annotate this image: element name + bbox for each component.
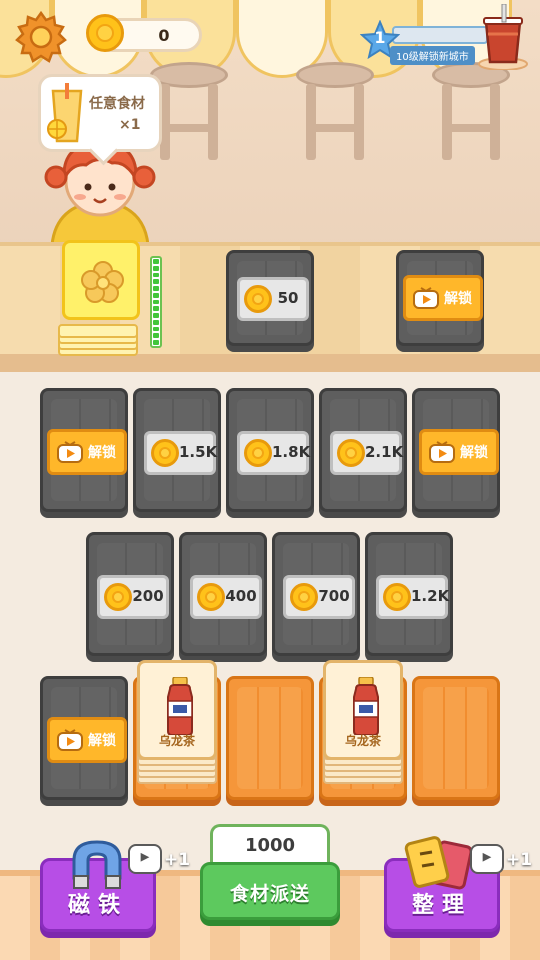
- ingredient-stack[interactable]: 乌龙茶: [137, 660, 217, 784]
- dispatch-button[interactable]: 食材派送: [200, 862, 340, 920]
- stack-meter: [150, 256, 162, 348]
- counter-slot-locked[interactable]: 50: [226, 250, 314, 346]
- oolong-tea-bottle-icon: [167, 677, 193, 735]
- ingredient-name: 乌龙茶: [344, 734, 381, 748]
- unlock-price: 400: [225, 587, 257, 605]
- grid-tile-locked[interactable]: 1.2K: [365, 532, 453, 656]
- unlock-label: 解锁: [88, 733, 116, 749]
- unlock-price-slot[interactable]: 1.5K: [144, 431, 218, 475]
- grid-tile-empty[interactable]: [412, 676, 500, 800]
- tv-ad-icon: [57, 441, 83, 463]
- grid-tile-ad[interactable]: 解锁: [40, 676, 128, 800]
- request-count: ×1: [119, 117, 141, 133]
- ad-unlock-button[interactable]: 解锁: [47, 429, 127, 475]
- grid-tile-locked[interactable]: 400: [179, 532, 267, 656]
- unlock-price: 700: [318, 587, 350, 605]
- level-progress-bar: [392, 26, 488, 44]
- coin-icon: [151, 439, 179, 467]
- unlock-price-slot[interactable]: 400: [190, 575, 262, 619]
- unlock-label: 解锁: [460, 445, 488, 461]
- coin-icon: [290, 583, 318, 611]
- unlock-price: 1.2K: [411, 587, 450, 605]
- tea-cup-icon[interactable]: [478, 4, 528, 70]
- level-number: 1: [374, 28, 386, 47]
- oolong-tea-bottle-icon: [353, 677, 379, 735]
- gear-icon[interactable]: [14, 10, 68, 64]
- unlock-price: 2.1K: [365, 443, 404, 461]
- dispatch-label: 食材派送: [229, 883, 310, 905]
- unlock-label: 解锁: [88, 445, 116, 461]
- dispatch-count: 1000: [244, 835, 296, 856]
- grid-tile-empty[interactable]: [226, 676, 314, 800]
- unlock-price-slot[interactable]: 50: [237, 277, 309, 321]
- tv-ad-icon: [128, 844, 162, 874]
- magnet-label: 磁铁: [67, 893, 128, 918]
- magnet-bonus: +1: [164, 850, 191, 870]
- tv-ad-icon: [413, 287, 439, 309]
- unlock-price: 50: [277, 289, 299, 307]
- ad-unlock-button[interactable]: 解锁: [47, 717, 127, 763]
- unlock-price: 200: [132, 587, 164, 605]
- flower-icon: [81, 261, 124, 303]
- juice-cup-icon: [47, 83, 83, 143]
- ad-unlock-button[interactable]: 解锁: [403, 275, 483, 321]
- coin-icon: [244, 285, 272, 313]
- grid-tile-ad[interactable]: 解锁: [40, 388, 128, 512]
- coin-icon: [383, 583, 411, 611]
- coin-balance-value: 0: [158, 26, 170, 45]
- unlock-price-slot[interactable]: 1.2K: [376, 575, 450, 619]
- tv-ad-icon: [470, 844, 504, 874]
- coin-icon: [337, 439, 365, 467]
- ad-unlock-button[interactable]: 解锁: [419, 429, 499, 475]
- ingredient-card[interactable]: 乌龙茶: [137, 660, 217, 760]
- ingredient-name: 乌龙茶: [158, 734, 195, 748]
- level-progress[interactable]: 1 10级解锁新城市: [360, 16, 490, 66]
- unlock-price: 1.5K: [179, 443, 218, 461]
- coin-icon: [86, 14, 124, 52]
- coin-icon: [244, 439, 272, 467]
- dispatch-counter: 1000: [210, 824, 330, 864]
- grid-tile-locked[interactable]: 700: [272, 532, 360, 656]
- grid-tile-ad[interactable]: 解锁: [412, 388, 500, 512]
- stool: [432, 62, 510, 162]
- stool: [296, 62, 374, 162]
- ingredient-card[interactable]: 乌龙茶: [323, 660, 403, 760]
- grid-tile-locked[interactable]: 2.1K: [319, 388, 407, 512]
- unlock-price-slot[interactable]: 2.1K: [330, 431, 404, 475]
- ingredient-stack[interactable]: 乌龙茶: [323, 660, 403, 784]
- unlock-price: 1.8K: [272, 443, 311, 461]
- grid-tile-locked[interactable]: 200: [86, 532, 174, 656]
- grid-tile-locked[interactable]: 1.8K: [226, 388, 314, 512]
- ingredient-request-bubble: 任意食材 ×1: [38, 74, 162, 152]
- grid-tile-locked[interactable]: 1.5K: [133, 388, 221, 512]
- unlock-label: 解锁: [444, 291, 472, 307]
- tv-ad-icon: [57, 729, 83, 751]
- magnet-icon: [72, 840, 122, 889]
- level-unlock-caption: 10级解锁新城市: [390, 46, 475, 65]
- cards-icon: [404, 836, 473, 890]
- counter-slot-ad[interactable]: 解锁: [396, 250, 484, 346]
- request-title: 任意食材: [89, 96, 145, 112]
- sort-bonus: +1: [506, 850, 533, 870]
- tv-ad-icon: [429, 441, 455, 463]
- unlock-price-slot[interactable]: 1.8K: [237, 431, 311, 475]
- coin-icon: [197, 583, 225, 611]
- selected-ingredient-card[interactable]: [62, 240, 140, 320]
- unlock-price-slot[interactable]: 200: [97, 575, 169, 619]
- unlock-price-slot[interactable]: 700: [283, 575, 355, 619]
- coin-icon: [104, 583, 132, 611]
